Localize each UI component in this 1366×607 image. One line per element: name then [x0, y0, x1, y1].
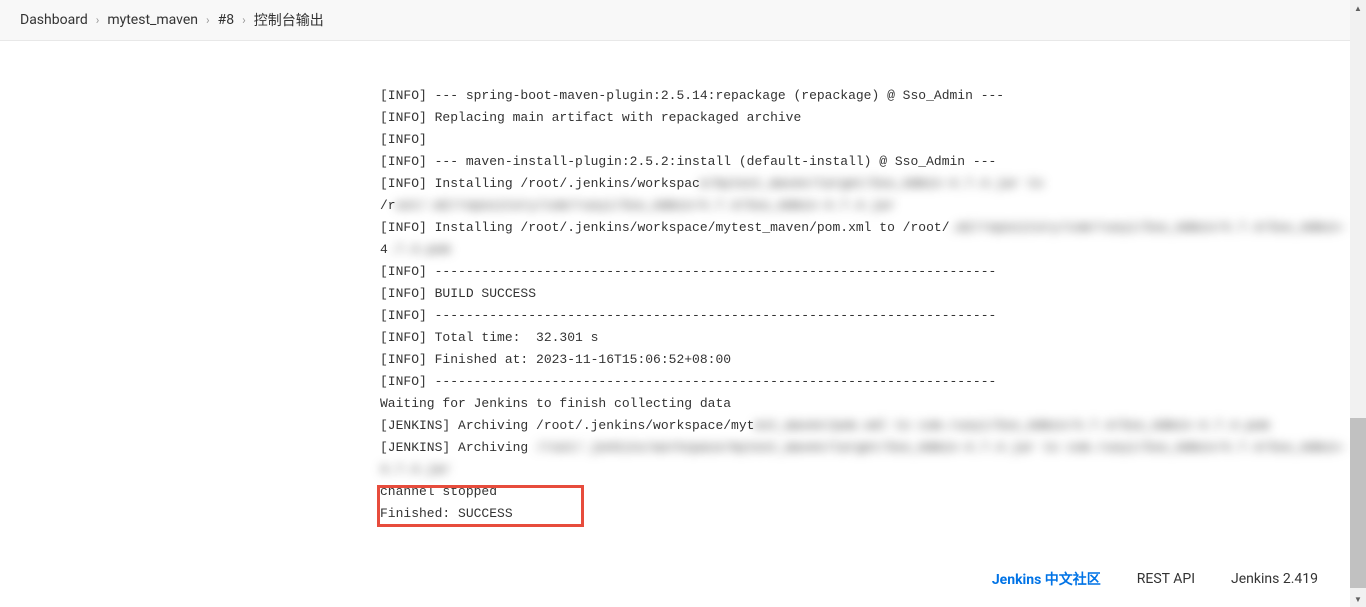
breadcrumb-item-build[interactable]: #8: [218, 12, 235, 28]
console-line: [INFO] Replacing main artifact with repa…: [380, 107, 1312, 129]
console-line: [INFO] BUILD SUCCESS: [380, 283, 1312, 305]
console-output: [INFO] --- spring-boot-maven-plugin:2.5.…: [380, 41, 1320, 545]
breadcrumb-item-console[interactable]: 控制台输出: [254, 10, 324, 30]
breadcrumb-item-dashboard[interactable]: Dashboard: [20, 12, 88, 28]
console-line: 4.7.4.pom: [380, 239, 1312, 261]
console-line: [INFO] ---------------------------------…: [380, 371, 1312, 393]
console-line: [INFO] Installing /root/.jenkins/workspa…: [380, 217, 1312, 239]
console-line: [INFO] --- maven-install-plugin:2.5.2:in…: [380, 151, 1312, 173]
breadcrumb: Dashboard › mytest_maven › #8 › 控制台输出: [0, 0, 1366, 41]
console-line: [INFO] Installing /root/.jenkins/workspa…: [380, 173, 1312, 195]
scrollbar-thumb[interactable]: [1350, 418, 1366, 588]
rest-api-link[interactable]: REST API: [1137, 571, 1195, 587]
community-link[interactable]: Jenkins 中文社区: [992, 569, 1101, 589]
console-line: [INFO] Total time: 32.301 s: [380, 327, 1312, 349]
breadcrumb-item-project[interactable]: mytest_maven: [107, 12, 198, 28]
chevron-right-icon: ›: [242, 13, 246, 27]
console-line: [INFO]: [380, 129, 1312, 151]
console-line: [INFO] Finished at: 2023-11-16T15:06:52+…: [380, 349, 1312, 371]
content-area: [INFO] --- spring-boot-maven-plugin:2.5.…: [380, 41, 1320, 545]
console-line: [INFO] --- spring-boot-maven-plugin:2.5.…: [380, 85, 1312, 107]
console-line: [INFO] ---------------------------------…: [380, 261, 1312, 283]
console-line: [JENKINS] Archiving /root/.jenkins/works…: [380, 437, 1312, 459]
console-line: Waiting for Jenkins to finish collecting…: [380, 393, 1312, 415]
console-line: [INFO] ---------------------------------…: [380, 305, 1312, 327]
console-line: 4.7.4.jar: [380, 459, 1312, 481]
scrollbar-arrow-down-icon[interactable]: ▼: [1350, 591, 1366, 607]
scrollbar-track[interactable]: ▲ ▼: [1350, 0, 1366, 607]
console-line: Finished: SUCCESS: [380, 503, 1312, 525]
scrollbar-arrow-up-icon[interactable]: ▲: [1350, 0, 1366, 16]
console-line: /root/.m2/repository/com/ruoyi/Sso_Admin…: [380, 195, 1312, 217]
chevron-right-icon: ›: [206, 13, 210, 27]
console-line: channel stopped: [380, 481, 1312, 503]
chevron-right-icon: ›: [96, 13, 100, 27]
footer: Jenkins 中文社区 REST API Jenkins 2.419: [992, 569, 1318, 589]
console-line: [JENKINS] Archiving /root/.jenkins/works…: [380, 415, 1312, 437]
jenkins-version: Jenkins 2.419: [1231, 571, 1318, 587]
